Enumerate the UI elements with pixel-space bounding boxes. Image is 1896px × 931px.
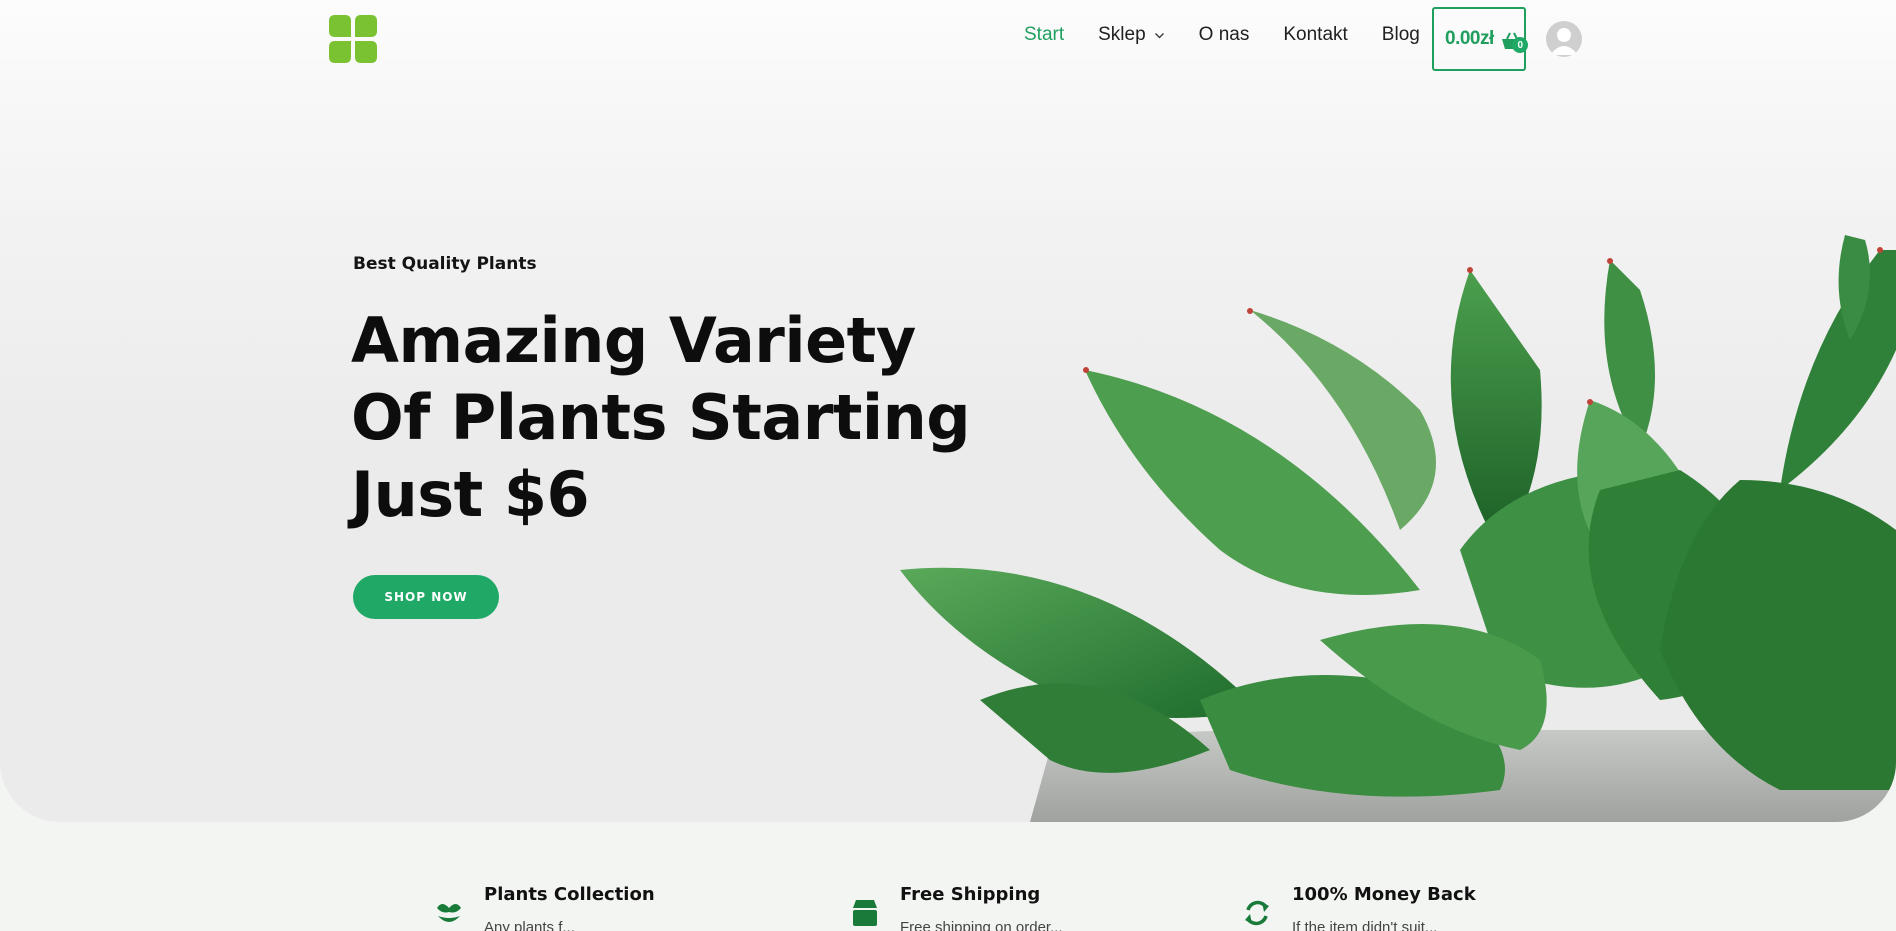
chevron-down-icon xyxy=(1154,32,1164,38)
nav-item-label: Start xyxy=(1024,24,1065,45)
feature-title: Free Shipping xyxy=(900,884,1041,905)
feature-title: Plants Collection xyxy=(484,884,655,905)
box-icon xyxy=(853,900,877,926)
page: Start Sklep O nas Kontakt Blog 0.00zł 0 … xyxy=(0,0,1896,931)
main-nav: Start Sklep O nas Kontakt Blog xyxy=(1024,24,1454,46)
hero-headline: Amazing Variety Of Plants Starting Just … xyxy=(351,302,991,533)
sprout-icon xyxy=(437,904,461,922)
headline-line: Amazing Variety xyxy=(351,304,916,377)
feature-money-back: 100% Money Back If the item didn't suit.… xyxy=(1242,884,1476,931)
nav-item-o-nas[interactable]: O nas xyxy=(1199,24,1250,46)
hero-section: Start Sklep O nas Kontakt Blog 0.00zł 0 … xyxy=(0,0,1896,822)
four-leaf-logo-icon[interactable] xyxy=(329,15,377,63)
headline-line: Just $6 xyxy=(351,458,590,531)
feature-text: If the item didn't suit... xyxy=(1292,919,1438,931)
refresh-icon xyxy=(1245,900,1269,926)
nav-item-label: Blog xyxy=(1381,24,1420,45)
nav-item-label: Sklep xyxy=(1098,24,1146,45)
nav-item-sklep[interactable]: Sklep xyxy=(1098,24,1165,46)
feature-title: 100% Money Back xyxy=(1292,884,1476,905)
nav-item-blog[interactable]: Blog xyxy=(1382,24,1420,46)
cart-total: 0.00zł xyxy=(1445,28,1494,49)
user-silhouette-icon xyxy=(1550,28,1578,55)
user-avatar-icon[interactable] xyxy=(1546,21,1582,57)
nav-item-start[interactable]: Start xyxy=(1024,24,1064,46)
headline-line: Of Plants Starting xyxy=(351,381,971,454)
feature-plants-collection: Plants Collection Any plants f... xyxy=(434,884,655,931)
feature-free-shipping: Free Shipping Free shipping on order... xyxy=(850,884,1063,931)
cart-button[interactable]: 0.00zł 0 xyxy=(1432,7,1528,71)
feature-text: Free shipping on order... xyxy=(900,919,1063,931)
hero-eyebrow: Best Quality Plants xyxy=(353,254,537,274)
feature-text: Any plants f... xyxy=(484,919,575,931)
succulent-plant-image xyxy=(900,235,1896,822)
nav-item-label: O nas xyxy=(1198,24,1250,45)
nav-item-kontakt[interactable]: Kontakt xyxy=(1283,24,1347,46)
shop-now-button[interactable]: SHOP NOW xyxy=(353,575,499,619)
cart-count-badge: 0 xyxy=(1512,37,1528,53)
nav-item-label: Kontakt xyxy=(1283,24,1348,45)
